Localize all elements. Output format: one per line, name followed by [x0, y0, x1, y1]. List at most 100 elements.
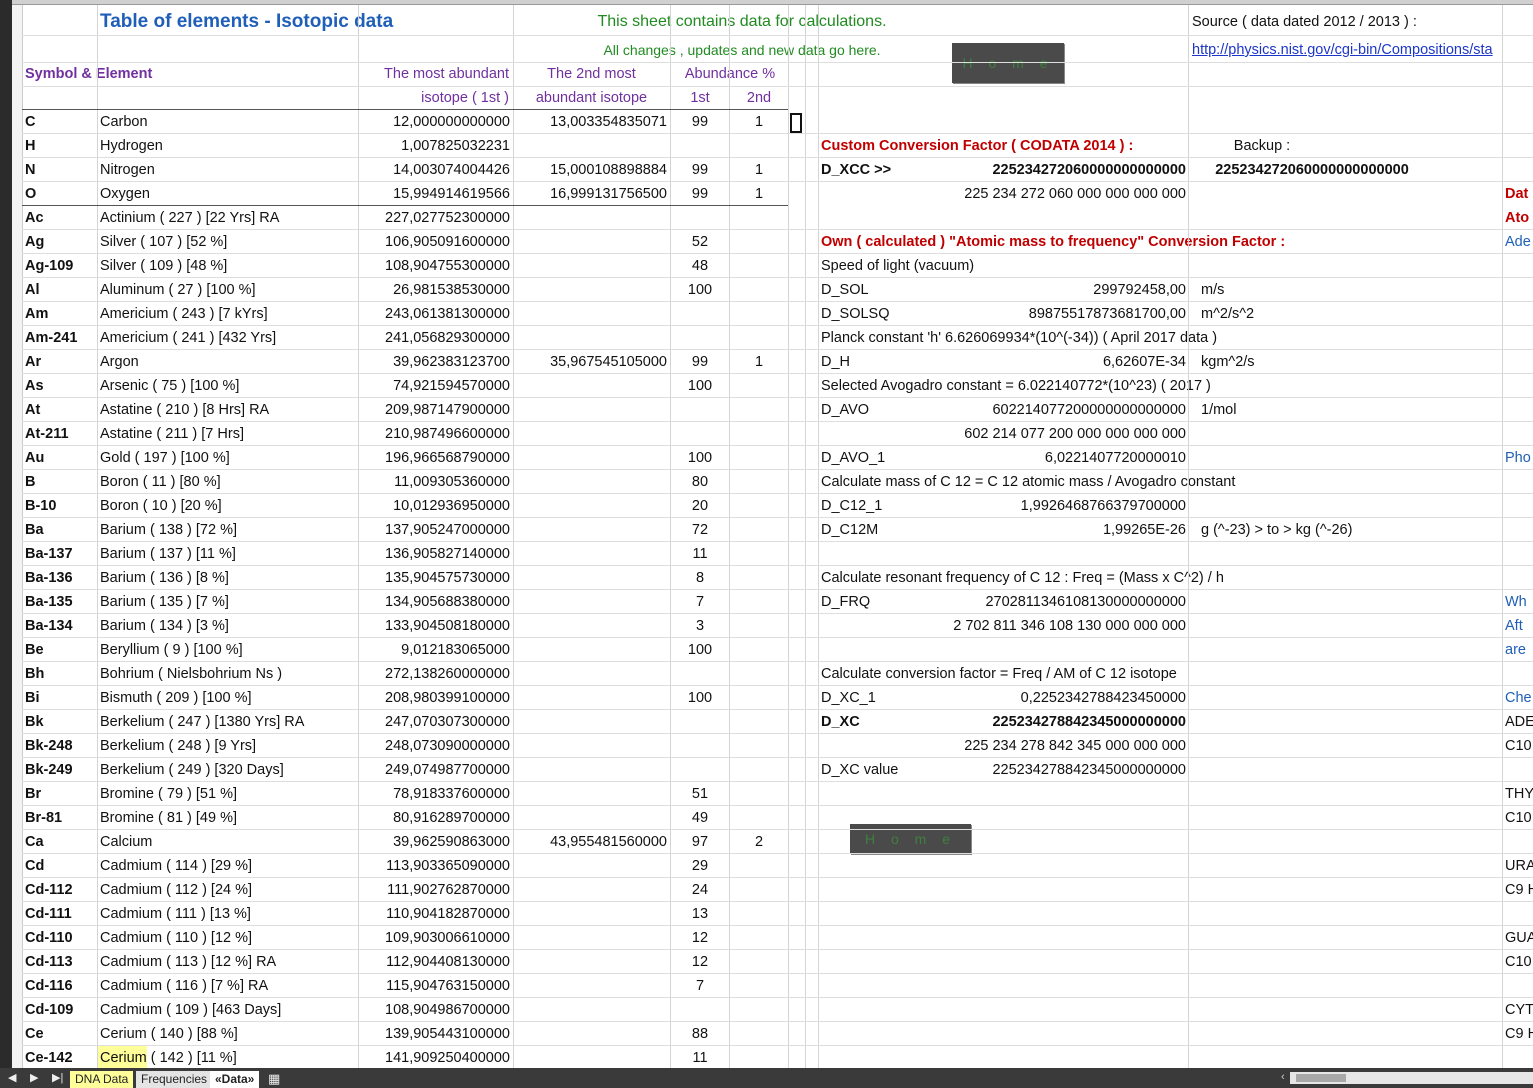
cell-element-name[interactable]: Cadmium ( 113 ) [12 %] RA: [97, 950, 357, 974]
cell-element-name[interactable]: Arsenic ( 75 ) [100 %]: [97, 374, 357, 398]
calc-avo-spaced[interactable]: 602 214 077 200 000 000 000 000: [902, 422, 1189, 446]
cell-mass-1st[interactable]: 139,905443100000: [358, 1022, 513, 1046]
cell-mass-1st[interactable]: 247,070307300000: [358, 710, 513, 734]
calc-frq-label[interactable]: D_FRQ: [818, 590, 908, 614]
cell-mass-1st[interactable]: 78,918337600000: [358, 782, 513, 806]
calc-c12-1-value[interactable]: 1,9926468766379700000: [902, 494, 1189, 518]
calc-xc-spaced[interactable]: 225 234 278 842 345 000 000 000: [902, 734, 1189, 758]
cell-symbol[interactable]: N: [22, 158, 97, 182]
cell-mass-2nd[interactable]: [513, 662, 670, 686]
calc-avo1-label[interactable]: D_AVO_1: [818, 446, 908, 470]
cell-symbol[interactable]: Al: [22, 278, 97, 302]
right-edge-cell[interactable]: Wh: [1503, 590, 1533, 614]
cell-mass-2nd[interactable]: [513, 614, 670, 638]
cell-abundance-2nd[interactable]: [729, 638, 789, 662]
cell-element-name[interactable]: Barium ( 135 ) [7 %]: [97, 590, 357, 614]
cell-abundance-1st[interactable]: 11: [671, 1046, 729, 1068]
cell-abundance-2nd[interactable]: [729, 878, 789, 902]
cell-mass-2nd[interactable]: [513, 278, 670, 302]
cell-symbol[interactable]: Ca: [22, 830, 97, 854]
scroll-left-icon[interactable]: ‹: [1281, 1071, 1285, 1083]
cell-mass-2nd[interactable]: [513, 758, 670, 782]
cell-abundance-1st[interactable]: 11: [671, 542, 729, 566]
cell-mass-1st[interactable]: 210,987496600000: [358, 422, 513, 446]
cell-element-name[interactable]: Cerium ( 140 ) [88 %]: [97, 1022, 357, 1046]
cell-abundance-1st[interactable]: 88: [671, 1022, 729, 1046]
cell-mass-1st[interactable]: 108,904755300000: [358, 254, 513, 278]
cell-symbol[interactable]: Ba: [22, 518, 97, 542]
cell-abundance-2nd[interactable]: 1: [729, 350, 789, 374]
cell-abundance-1st[interactable]: [671, 758, 729, 782]
cell-element-name[interactable]: Berkelium ( 248 ) [9 Yrs]: [97, 734, 357, 758]
cell-abundance-2nd[interactable]: [729, 782, 789, 806]
calc-planck-desc[interactable]: Planck constant 'h' 6.626069934*(10^(-34…: [818, 326, 1378, 350]
calc-xc-desc[interactable]: Calculate conversion factor = Freq / AM …: [818, 662, 1378, 686]
cell-symbol[interactable]: O: [22, 182, 97, 206]
cell-abundance-1st[interactable]: 72: [671, 518, 729, 542]
cell-symbol[interactable]: Bh: [22, 662, 97, 686]
calc-h-value[interactable]: 6,62607E-34: [902, 350, 1189, 374]
cell-abundance-2nd[interactable]: [729, 230, 789, 254]
calc-xc-label[interactable]: D_XC: [818, 710, 908, 734]
cell-symbol[interactable]: Ce: [22, 1022, 97, 1046]
cell-mass-2nd[interactable]: [513, 734, 670, 758]
cell-element-name[interactable]: Aluminum ( 27 ) [100 %]: [97, 278, 357, 302]
cell-abundance-1st[interactable]: [671, 206, 729, 230]
cell-abundance-1st[interactable]: 29: [671, 854, 729, 878]
cell-mass-1st[interactable]: 135,904575730000: [358, 566, 513, 590]
cell-mass-1st[interactable]: 10,012936950000: [358, 494, 513, 518]
cell-abundance-2nd[interactable]: [729, 590, 789, 614]
cell-abundance-1st[interactable]: [671, 134, 729, 158]
cell-mass-2nd[interactable]: [513, 926, 670, 950]
right-edge-cell[interactable]: Ato: [1503, 206, 1533, 230]
cell-abundance-2nd[interactable]: [729, 662, 789, 686]
calc-frq-value[interactable]: 2702811346108130000000000: [902, 590, 1189, 614]
cell-abundance-2nd[interactable]: [729, 1022, 789, 1046]
cell-mass-1st[interactable]: 209,987147900000: [358, 398, 513, 422]
cell-mass-2nd[interactable]: [513, 854, 670, 878]
calc-dxcc-backup[interactable]: 225234272060000000000000: [1192, 158, 1432, 182]
tab-data[interactable]: «Data»: [210, 1071, 260, 1088]
cell-abundance-1st[interactable]: 99: [671, 158, 729, 182]
calc-xc1-value[interactable]: 0,2252342788423450000: [902, 686, 1189, 710]
right-edge-cell[interactable]: GUA: [1503, 926, 1533, 950]
cell-element-name[interactable]: Bromine ( 79 ) [51 %]: [97, 782, 357, 806]
cell-element-name[interactable]: Cadmium ( 109 ) [463 Days]: [97, 998, 357, 1022]
cell-abundance-2nd[interactable]: 2: [729, 830, 789, 854]
cell-element-name[interactable]: Bismuth ( 209 ) [100 %]: [97, 686, 357, 710]
cell-abundance-1st[interactable]: 49: [671, 806, 729, 830]
cell-abundance-1st[interactable]: [671, 662, 729, 686]
cell-mass-1st[interactable]: 112,904408130000: [358, 950, 513, 974]
calc-avo-value[interactable]: 602214077200000000000000: [902, 398, 1189, 422]
cell-abundance-1st[interactable]: 99: [671, 182, 729, 206]
cell-element-name[interactable]: Americium ( 243 ) [7 kYrs]: [97, 302, 357, 326]
right-edge-cell[interactable]: THY: [1503, 782, 1533, 806]
cell-abundance-2nd[interactable]: [729, 998, 789, 1022]
calc-custom-title[interactable]: Custom Conversion Factor ( CODATA 2014 )…: [818, 134, 1178, 158]
cell-abundance-1st[interactable]: [671, 302, 729, 326]
calc-c12-desc[interactable]: Calculate mass of C 12 = C 12 atomic mas…: [818, 470, 1378, 494]
cell-element-name[interactable]: Silver ( 107 ) [52 %]: [97, 230, 357, 254]
cell-element-name[interactable]: Americium ( 241 ) [432 Yrs]: [97, 326, 357, 350]
cell-symbol[interactable]: C: [22, 110, 97, 134]
cell-symbol[interactable]: At-211: [22, 422, 97, 446]
cell-mass-2nd[interactable]: [513, 398, 670, 422]
cell-abundance-1st[interactable]: 100: [671, 278, 729, 302]
cell-mass-1st[interactable]: 137,905247000000: [358, 518, 513, 542]
cell-mass-2nd[interactable]: [513, 374, 670, 398]
right-edge-cell[interactable]: CYT: [1503, 998, 1533, 1022]
cell-mass-1st[interactable]: 243,061381300000: [358, 302, 513, 326]
cell-symbol[interactable]: B-10: [22, 494, 97, 518]
calc-h-unit[interactable]: kgm^2/s: [1198, 350, 1288, 374]
cell-mass-2nd[interactable]: [513, 302, 670, 326]
cell-abundance-2nd[interactable]: [729, 758, 789, 782]
home-button-top[interactable]: H o m e: [952, 43, 1064, 83]
cell-abundance-1st[interactable]: 7: [671, 974, 729, 998]
cell-symbol[interactable]: Au: [22, 446, 97, 470]
calc-avo-desc[interactable]: Selected Avogadro constant = 6.022140772…: [818, 374, 1378, 398]
cell-mass-1st[interactable]: 110,904182870000: [358, 902, 513, 926]
cell-mass-1st[interactable]: 136,905827140000: [358, 542, 513, 566]
cell-symbol[interactable]: B: [22, 470, 97, 494]
calc-backup-label[interactable]: Backup :: [1192, 134, 1332, 158]
cell-element-name[interactable]: Gold ( 197 ) [100 %]: [97, 446, 357, 470]
